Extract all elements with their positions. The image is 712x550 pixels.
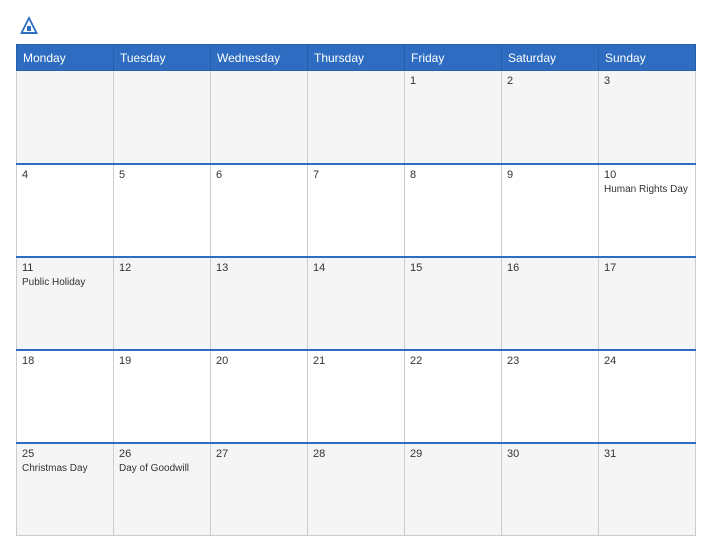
day-number: 9: [507, 169, 593, 181]
logo-icon: [18, 14, 40, 36]
day-number: 7: [313, 169, 399, 181]
day-number: 1: [410, 75, 496, 87]
day-number: 19: [119, 355, 205, 367]
calendar-cell: [114, 71, 211, 164]
calendar-week-row: 11 Public Holiday 12 13 14 15 16 17: [17, 257, 696, 350]
day-number: 22: [410, 355, 496, 367]
day-number: 27: [216, 448, 302, 460]
day-number: 11: [22, 262, 108, 274]
calendar-cell: 11 Public Holiday: [17, 257, 114, 350]
calendar-cell: 8: [405, 164, 502, 257]
day-number: 18: [22, 355, 108, 367]
calendar-cell: 10 Human Rights Day: [599, 164, 696, 257]
day-number: 25: [22, 448, 108, 460]
day-number: 12: [119, 262, 205, 274]
calendar-cell: 14: [308, 257, 405, 350]
calendar-cell: 2: [502, 71, 599, 164]
calendar-week-row: 18 19 20 21 22 23 24: [17, 350, 696, 443]
day-number: 10: [604, 169, 690, 181]
day-number: 14: [313, 262, 399, 274]
calendar-cell: 27: [211, 443, 308, 536]
day-number: 24: [604, 355, 690, 367]
day-number: 8: [410, 169, 496, 181]
calendar-cell: 9: [502, 164, 599, 257]
calendar-event: Day of Goodwill: [119, 462, 205, 475]
calendar-cell: 3: [599, 71, 696, 164]
day-number: 6: [216, 169, 302, 181]
day-number: 4: [22, 169, 108, 181]
calendar-cell: 12: [114, 257, 211, 350]
calendar-cell: 6: [211, 164, 308, 257]
header: [16, 14, 696, 36]
calendar-cell: 20: [211, 350, 308, 443]
weekday-header-wednesday: Wednesday: [211, 45, 308, 71]
day-number: 21: [313, 355, 399, 367]
day-number: 3: [604, 75, 690, 87]
day-number: 26: [119, 448, 205, 460]
calendar-cell: 31: [599, 443, 696, 536]
calendar-event: Christmas Day: [22, 462, 108, 475]
weekday-header-thursday: Thursday: [308, 45, 405, 71]
weekday-header-friday: Friday: [405, 45, 502, 71]
calendar-cell: [17, 71, 114, 164]
calendar-cell: 15: [405, 257, 502, 350]
calendar-event: Human Rights Day: [604, 183, 690, 196]
day-number: 28: [313, 448, 399, 460]
day-number: 2: [507, 75, 593, 87]
day-number: 5: [119, 169, 205, 181]
calendar-cell: 13: [211, 257, 308, 350]
day-number: 16: [507, 262, 593, 274]
day-number: 20: [216, 355, 302, 367]
calendar-cell: 16: [502, 257, 599, 350]
calendar-cell: 5: [114, 164, 211, 257]
calendar-cell: [308, 71, 405, 164]
day-number: 29: [410, 448, 496, 460]
logo: [16, 14, 40, 36]
calendar-cell: 28: [308, 443, 405, 536]
calendar-cell: 26 Day of Goodwill: [114, 443, 211, 536]
weekday-header-sunday: Sunday: [599, 45, 696, 71]
weekday-header-saturday: Saturday: [502, 45, 599, 71]
calendar-cell: 21: [308, 350, 405, 443]
calendar-cell: 1: [405, 71, 502, 164]
calendar-cell: 29: [405, 443, 502, 536]
calendar-cell: 22: [405, 350, 502, 443]
day-number: 17: [604, 262, 690, 274]
day-number: 31: [604, 448, 690, 460]
calendar-week-row: 456789 10 Human Rights Day: [17, 164, 696, 257]
calendar-cell: 30: [502, 443, 599, 536]
weekday-header-monday: Monday: [17, 45, 114, 71]
calendar-cell: 17: [599, 257, 696, 350]
calendar-cell: 24: [599, 350, 696, 443]
calendar-page: MondayTuesdayWednesdayThursdayFridaySatu…: [0, 0, 712, 550]
weekday-header-row: MondayTuesdayWednesdayThursdayFridaySatu…: [17, 45, 696, 71]
calendar-week-row: 25 Christmas Day 26 Day of Goodwill 27 28 29 30…: [17, 443, 696, 536]
calendar-event: Public Holiday: [22, 276, 108, 289]
calendar-week-row: 123: [17, 71, 696, 164]
calendar-cell: 23: [502, 350, 599, 443]
calendar-cell: 4: [17, 164, 114, 257]
calendar-cell: 19: [114, 350, 211, 443]
calendar-cell: 18: [17, 350, 114, 443]
day-number: 15: [410, 262, 496, 274]
day-number: 13: [216, 262, 302, 274]
day-number: 23: [507, 355, 593, 367]
calendar-cell: 25 Christmas Day: [17, 443, 114, 536]
calendar-cell: [211, 71, 308, 164]
weekday-header-tuesday: Tuesday: [114, 45, 211, 71]
day-number: 30: [507, 448, 593, 460]
calendar-cell: 7: [308, 164, 405, 257]
calendar-table: MondayTuesdayWednesdayThursdayFridaySatu…: [16, 44, 696, 536]
